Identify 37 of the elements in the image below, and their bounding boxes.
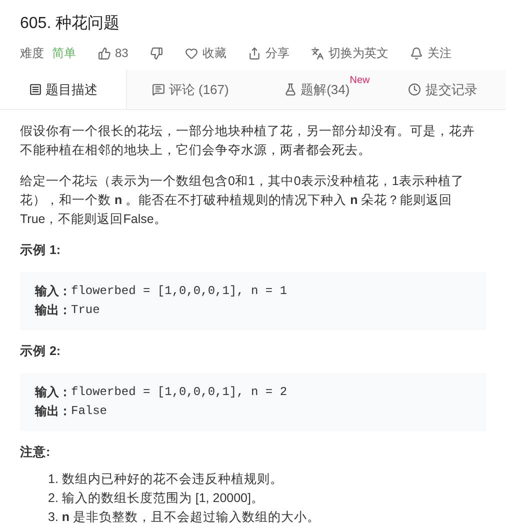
bell-button[interactable]: 关注 xyxy=(410,44,452,62)
translate-icon xyxy=(311,46,324,60)
tab[interactable]: 题目描述 xyxy=(0,70,128,109)
bell-icon xyxy=(410,46,424,60)
code-text: flowerbed = [1,0,0,0,1], n = 2 xyxy=(71,384,288,401)
code-label: 输入： xyxy=(35,384,71,401)
thumbs-down-icon xyxy=(150,46,164,60)
description-paragraph: 假设你有一个很长的花坛，一部分地块种植了花，另一部分却没有。可是，花卉不能种植在相邻的地块上，它们会争夺水源，两者都会死去。 xyxy=(20,123,476,159)
translate-button[interactable]: 切换为英文 xyxy=(311,44,388,62)
example-heading: 示例 2: xyxy=(20,343,62,360)
difficulty-label: 难度 xyxy=(20,45,44,62)
example-heading: 示例 1: xyxy=(20,242,62,259)
dislike-button[interactable] xyxy=(150,46,164,60)
like-button[interactable]: 83 xyxy=(98,44,128,62)
problem-title: 605. 种花问题 xyxy=(20,14,121,34)
note-item: 2. 输入的数组长度范围为 [1, 20000]。 xyxy=(48,490,265,507)
thumbs-up-icon xyxy=(98,46,111,60)
code-label: 输入： xyxy=(35,283,71,300)
document-icon xyxy=(28,83,42,96)
note-item: 3. n 是非负整数，且不会超过输入数组的大小。 xyxy=(48,509,322,526)
share-button[interactable]: 分享 xyxy=(248,44,290,62)
difficulty-value: 简单 xyxy=(52,45,76,62)
note-item: 1. 数组内已种好的花不会违反种植规则。 xyxy=(48,471,284,488)
comment-icon xyxy=(152,83,165,96)
code-text: flowerbed = [1,0,0,0,1], n = 1 xyxy=(71,283,288,300)
code-label: 输出： xyxy=(35,403,71,420)
code-text: True xyxy=(71,302,100,319)
heart-button[interactable]: 收藏 xyxy=(185,44,226,62)
description-paragraph: 给定一个花坛（表示为一个数组包含0和1，其中0表示没种植花，1表示种植了花），和一个数 n 。能否在不打破种植规则的情况下种入 n 朵花？能则返回True，不能则返回False。 xyxy=(20,173,465,228)
new-label: New xyxy=(350,74,370,88)
code-label: 输出： xyxy=(35,302,71,319)
share-icon xyxy=(248,46,262,60)
flask-icon xyxy=(284,83,297,96)
code-text: False xyxy=(71,403,108,420)
heart-icon xyxy=(185,46,198,60)
notes-heading: 注意: xyxy=(20,444,52,461)
clock-icon xyxy=(408,83,422,96)
